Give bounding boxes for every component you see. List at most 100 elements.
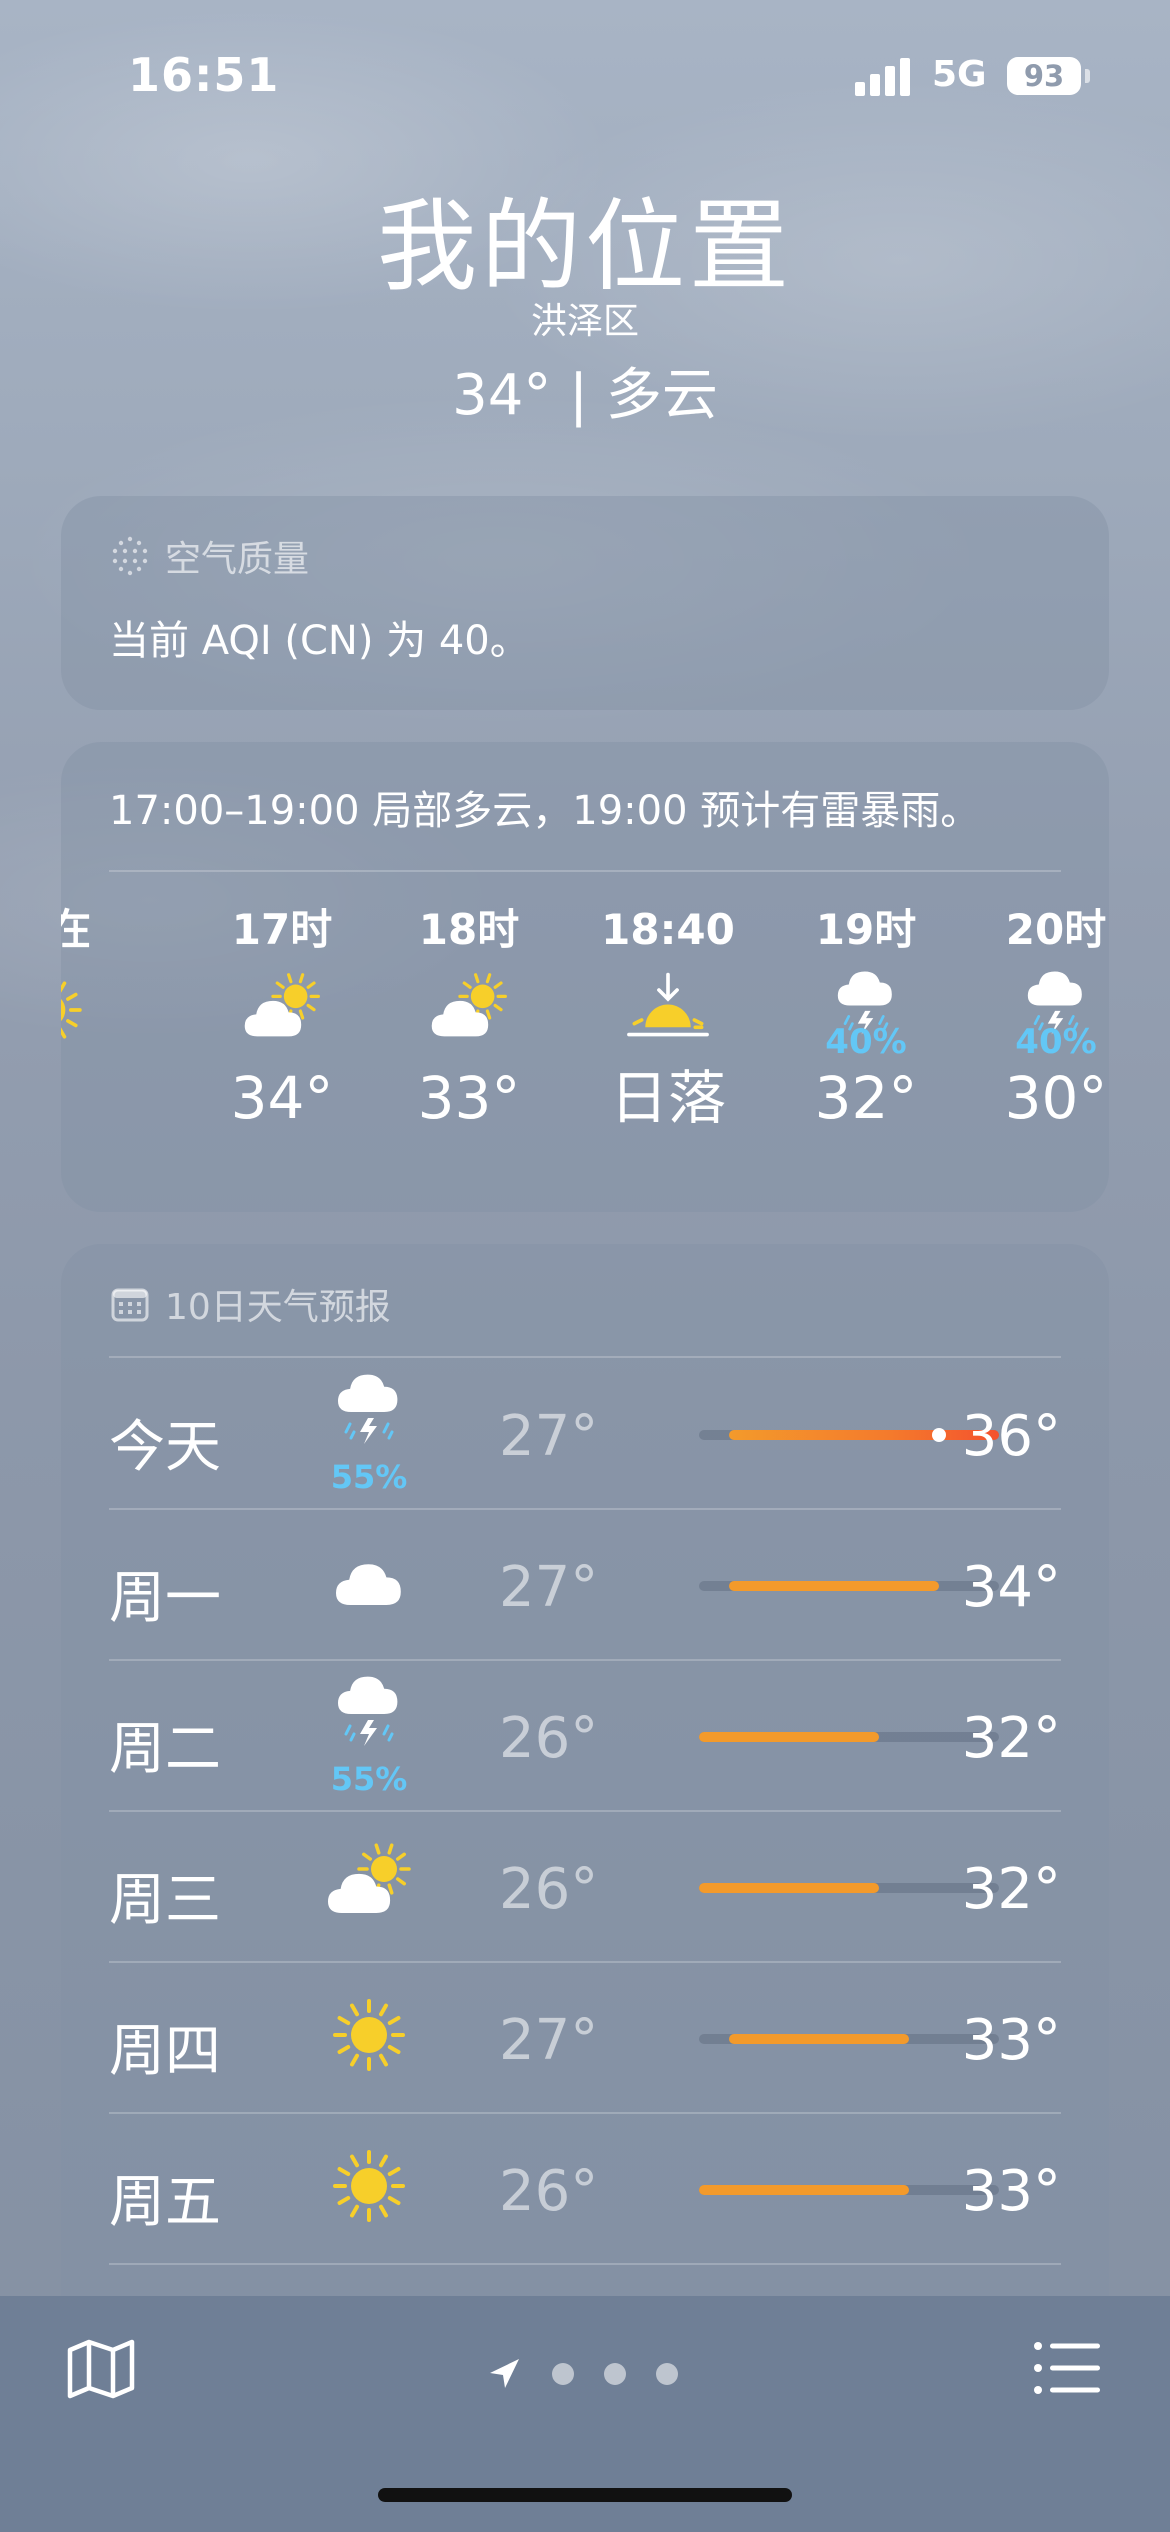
- hour-label: 现在: [61, 905, 91, 954]
- aqi-dots-icon: [109, 535, 151, 577]
- temp-range-bar: [699, 1732, 999, 1742]
- temp-range-bar: [699, 1883, 999, 1893]
- hour-item: 19时 40% 32°: [786, 902, 946, 1136]
- thunderstorm-icon: [314, 1362, 424, 1472]
- day-low-temp: 26°: [499, 1857, 599, 1922]
- hour-item: 20时 40% 30°: [976, 902, 1109, 1136]
- day-low-temp: 27°: [499, 2008, 599, 2073]
- hour-item: 17时 34°: [202, 902, 362, 1136]
- temp-range-bar: [699, 2185, 999, 2195]
- sun-icon: [314, 1980, 424, 2090]
- page-dot: [552, 2363, 574, 2385]
- hour-precip-chance: 40%: [1015, 1022, 1097, 1062]
- hour-temp: 32°: [814, 1064, 918, 1132]
- hour-label: 20时: [1005, 905, 1107, 954]
- page-indicator[interactable]: [486, 2354, 678, 2394]
- partly-cloudy-icon: [202, 964, 362, 1054]
- hour-temp: °: [61, 1060, 129, 1136]
- hour-label: 19时: [815, 905, 917, 954]
- cloud-icon: [314, 1527, 424, 1637]
- hour-temp: 30°: [1004, 1064, 1108, 1132]
- network-type: 5G: [932, 54, 987, 95]
- temp-range-fill: [729, 1581, 939, 1591]
- hour-label: 17时: [231, 905, 333, 954]
- battery-tip: [1085, 69, 1090, 83]
- temp-range-bar: [699, 2034, 999, 2044]
- hour-temp: 33°: [417, 1064, 521, 1132]
- temp-range-fill: [699, 2185, 909, 2195]
- home-indicator: [378, 2488, 792, 2502]
- temp-range-bar: [699, 1581, 999, 1591]
- day-name: 周二: [109, 1717, 221, 1782]
- day-high-temp: 33°: [961, 2159, 1061, 2224]
- partly-cloudy-icon: [314, 1829, 424, 1939]
- thunderstorm-icon: 40%: [976, 964, 1109, 1062]
- day-low-temp: 26°: [499, 1706, 599, 1771]
- map-icon[interactable]: [66, 2338, 136, 2400]
- cellular-signal-icon: [855, 56, 915, 96]
- row-divider: [109, 2263, 1061, 2265]
- temp-range-fill: [699, 1883, 879, 1893]
- location-arrow-icon: [490, 2359, 519, 2388]
- day-name: 周四: [109, 2019, 221, 2084]
- day-row[interactable]: 周二 55% 26° 32°: [109, 1660, 1061, 1810]
- day-row[interactable]: 周三 26° 32°: [109, 1811, 1061, 1961]
- hour-label: 18:40: [601, 905, 735, 954]
- daily-heading-text: 10日天气预报: [165, 1287, 391, 1328]
- partly-cloudy-icon: [389, 964, 549, 1054]
- day-row[interactable]: 周五 26° 33°: [109, 2113, 1061, 2263]
- day-row[interactable]: 周四 27° 33°: [109, 1962, 1061, 2112]
- page-dot: [604, 2363, 626, 2385]
- day-name: 今天: [109, 1415, 221, 1480]
- hourly-divider: [109, 870, 1061, 872]
- status-time: 16:51: [128, 48, 280, 102]
- day-precip-chance: 55%: [330, 1458, 408, 1496]
- sun-icon: [61, 964, 129, 1054]
- air-quality-card[interactable]: 空气质量 当前 AQI (CN) 为 40。: [61, 496, 1109, 710]
- list-icon[interactable]: [1032, 2338, 1102, 2398]
- hour-temp: 34°: [230, 1064, 334, 1132]
- day-precip-chance: 55%: [330, 1760, 408, 1798]
- day-high-temp: 36°: [961, 1404, 1061, 1469]
- day-low-temp: 27°: [499, 1555, 599, 1620]
- thunderstorm-icon: [314, 1664, 424, 1774]
- day-name: 周五: [109, 2170, 221, 2235]
- hour-item: 18:40 日落: [588, 902, 748, 1136]
- day-name: 周一: [109, 1566, 221, 1631]
- temp-range-fill: [699, 1732, 879, 1742]
- daily-heading: 10日天气预报: [109, 1278, 391, 1330]
- current-temp-dot: [932, 1428, 946, 1442]
- sunset-icon: [588, 964, 748, 1054]
- day-high-temp: 34°: [961, 1555, 1061, 1620]
- district-name: 洪泽区: [530, 301, 639, 342]
- sun-icon: [314, 2131, 424, 2241]
- hour-item: 现在 °: [61, 902, 129, 1136]
- hour-item: 18时 33°: [389, 902, 549, 1136]
- status-bar: 16:51 5G 93: [0, 0, 1170, 150]
- day-low-temp: 26°: [499, 2159, 599, 2224]
- current-summary: 34° | 多云: [452, 363, 718, 428]
- temp-range-fill: [729, 1430, 999, 1440]
- day-row[interactable]: 周一 27° 34°: [109, 1509, 1061, 1659]
- calendar-icon: [109, 1283, 151, 1325]
- temp-range-fill: [729, 2034, 909, 2044]
- hour-precip-chance: 40%: [825, 1022, 907, 1062]
- aqi-description: 当前 AQI (CN) 为 40。: [109, 618, 530, 664]
- hour-label: 18时: [418, 905, 520, 954]
- day-high-temp: 32°: [961, 1857, 1061, 1922]
- temp-range-bar: [699, 1428, 999, 1442]
- battery-level: 93: [1023, 59, 1065, 93]
- hourly-summary: 17:00–19:00 局部多云，19:00 预计有雷暴雨。: [109, 788, 981, 834]
- day-row[interactable]: 今天 55% 27° 36°: [109, 1358, 1061, 1508]
- thunderstorm-icon: 40%: [786, 964, 946, 1062]
- daily-forecast-card[interactable]: 10日天气预报 今天 55% 27° 36° 周一 27° 34° 周二 55% 2…: [61, 1244, 1109, 2344]
- day-low-temp: 27°: [499, 1404, 599, 1469]
- location-title: 我的位置: [377, 188, 793, 305]
- day-high-temp: 32°: [961, 1706, 1061, 1771]
- hourly-forecast-card[interactable]: 17:00–19:00 局部多云，19:00 预计有雷暴雨。 现在 ° 17时 3…: [61, 742, 1109, 1212]
- day-high-temp: 33°: [961, 2008, 1061, 2073]
- page-dot: [656, 2363, 678, 2385]
- hour-temp: 日落: [609, 1064, 726, 1132]
- battery-icon: 93: [1007, 57, 1081, 95]
- air-quality-heading: 空气质量: [109, 530, 309, 582]
